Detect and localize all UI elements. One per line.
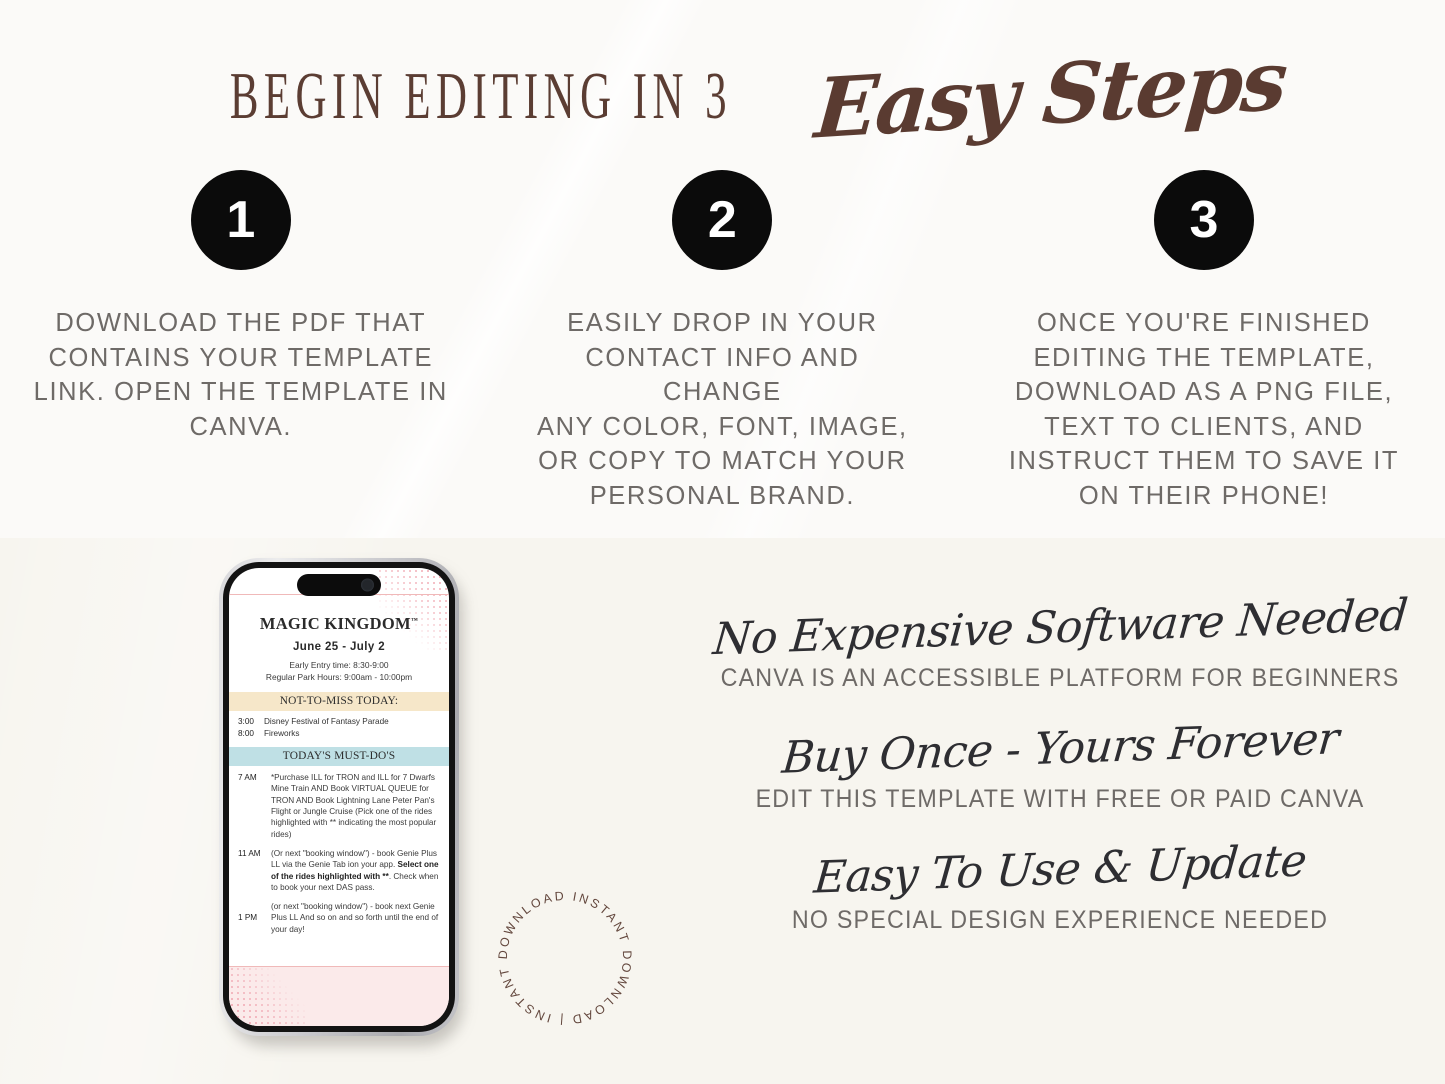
poster-canvas: BEGIN EDITING IN 3 Easy Steps 1 DOWNLOAD… (0, 0, 1445, 1084)
page-title-script: Easy Steps (811, 32, 1290, 158)
todo-text: (Or next "booking window") - book Genie … (271, 848, 440, 893)
phone-bezel: MAGIC KINGDOM™ June 25 - July 2 Early En… (223, 562, 455, 1032)
todo-time: 7 AM (238, 773, 257, 783)
benefit-3-subtext: NO SPECIAL DESIGN EXPERIENCE NEEDED (791, 906, 1329, 934)
dynamic-island (297, 574, 381, 596)
step-description-1: DOWNLOAD THE PDF THAT CONTAINS YOUR TEMP… (33, 309, 448, 441)
todo-time: 1 PM (238, 913, 258, 923)
benefits-list: No Expensive Software Needed CANVA IS AN… (690, 590, 1430, 963)
park-name: MAGIC KINGDOM™ (229, 614, 449, 634)
early-entry-time: Early Entry time: 8:30-9:00 (289, 660, 389, 670)
page-title-main: BEGIN EDITING IN 3 (230, 57, 733, 133)
step-number-badge-1: 1 (190, 170, 291, 270)
benefit-3: Easy To Use & Update NO SPECIAL DESIGN E… (690, 835, 1430, 935)
stamp-svg: INSTANT DOWNLOAD | INSTANT DOWNLOAD | (484, 869, 632, 1027)
todo-row: 11 AM (Or next "booking window") - book … (238, 848, 440, 893)
regular-park-hours: Regular Park Hours: 9:00am - 10:00pm (265, 672, 413, 682)
section-header-must-dos: TODAY'S MUST-DO'S (229, 747, 449, 767)
benefit-3-heading: Easy To Use & Update (811, 835, 1309, 904)
step-3: 3 ONCE YOU'RE FINISHED EDITING THE TEMPL… (963, 170, 1445, 513)
schedule-desc: Fireworks (264, 728, 300, 738)
date-range: June 25 - July 2 (292, 641, 386, 653)
steps-row: 1 DOWNLOAD THE PDF THAT CONTAINS YOUR TE… (0, 170, 1445, 513)
benefit-1-heading: No Expensive Software Needed (710, 589, 1410, 666)
todo-row: 1 PM (or next "booking window") - book n… (238, 901, 440, 935)
todo-list: 7 AM *Purchase ILL for TRON and ILL for … (229, 766, 449, 935)
dot-pattern-bottom-left (229, 966, 307, 1026)
page-title: BEGIN EDITING IN 3 Easy Steps (0, 32, 1445, 158)
park-name-text: MAGIC KINGDOM (259, 614, 411, 633)
trademark-mark: ™ (410, 616, 419, 625)
step-description-3: ONCE YOU'RE FINISHED EDITING THE TEMPLAT… (1008, 309, 1400, 510)
schedule-time: 3:00 (238, 717, 254, 726)
benefit-1-subtext: CANVA IS AN ACCESSIBLE PLATFORM FOR BEGI… (720, 664, 1400, 692)
phone-frame: MAGIC KINGDOM™ June 25 - July 2 Early En… (219, 558, 459, 1036)
park-hours: Early Entry time: 8:30-9:00 Regular Park… (229, 659, 449, 683)
step-number-badge-3: 3 (1153, 170, 1254, 270)
step-number-badge-2: 2 (672, 170, 773, 270)
benefit-2-heading: Buy Once - Yours Forever (779, 713, 1341, 784)
schedule-desc: Disney Festival of Fantasy Parade (264, 717, 389, 726)
instant-download-stamp: INSTANT DOWNLOAD | INSTANT DOWNLOAD | (484, 869, 643, 1036)
todo-text: *Purchase ILL for TRON and ILL for 7 Dwa… (271, 773, 437, 839)
schedule-list: 3:00 Disney Festival of Fantasy Parade 8… (229, 711, 449, 739)
benefit-1: No Expensive Software Needed CANVA IS AN… (690, 590, 1430, 693)
todo-text: (or next "booking window") - book next G… (271, 902, 439, 934)
phone-screen: MAGIC KINGDOM™ June 25 - July 2 Early En… (229, 568, 449, 1026)
step-1: 1 DOWNLOAD THE PDF THAT CONTAINS YOUR TE… (0, 170, 482, 513)
phone-mockup: MAGIC KINGDOM™ June 25 - July 2 Early En… (219, 558, 469, 1048)
itinerary-content: MAGIC KINGDOM™ June 25 - July 2 Early En… (229, 596, 449, 966)
step-description-2: EASILY DROP IN YOUR CONTACT INFO AND CHA… (537, 309, 908, 510)
schedule-row: 3:00 Disney Festival of Fantasy Parade (238, 716, 440, 728)
stamp-text: INSTANT DOWNLOAD | INSTANT DOWNLOAD | (484, 869, 634, 1027)
todo-time: 11 AM (238, 848, 261, 858)
todo-row: 7 AM *Purchase ILL for TRON and ILL for … (238, 772, 440, 840)
benefit-2: Buy Once - Yours Forever EDIT THIS TEMPL… (690, 713, 1430, 814)
front-camera-icon (361, 578, 374, 592)
schedule-row: 8:00 Fireworks (238, 728, 440, 740)
schedule-time: 8:00 (238, 728, 254, 738)
benefit-2-subtext: EDIT THIS TEMPLATE WITH FREE OR PAID CAN… (755, 785, 1365, 813)
section-header-not-to-miss: NOT-TO-MISS TODAY: (229, 692, 449, 711)
step-2: 2 EASILY DROP IN YOUR CONTACT INFO AND C… (482, 170, 964, 513)
